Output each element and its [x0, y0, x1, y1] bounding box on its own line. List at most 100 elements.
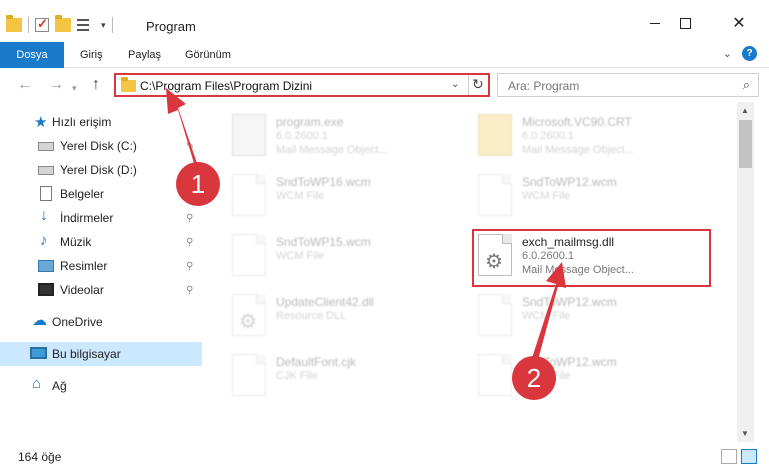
address-dropdown-chevron-icon[interactable]: ⌄: [451, 79, 459, 90]
file-name: SndToWP15.wcm: [276, 235, 371, 249]
sidebar-item-label: Resimler: [60, 259, 108, 273]
sidebar-item-label: Videolar: [60, 283, 104, 297]
file-page-icon: ⚙: [232, 294, 266, 336]
file-description: Mail Message Object...: [276, 144, 388, 156]
tiles-view-icon[interactable]: [741, 449, 757, 464]
file-page-icon: [232, 354, 266, 396]
sidebar-item-label: Yerel Disk (C:): [60, 139, 137, 153]
sidebar-item-quick-access[interactable]: ★ Hızlı erişim: [0, 110, 202, 134]
view-toggle: [721, 449, 757, 464]
videos-icon: [38, 283, 54, 296]
file-item[interactable]: DefaultFont.cjk CJK File: [228, 348, 468, 402]
network-icon: ⌂: [32, 375, 42, 392]
sidebar-item-music[interactable]: ♪ Müzik ⚲: [0, 230, 202, 254]
file-name: SndToWP12.wcm: [522, 295, 617, 309]
sidebar-item-downloads[interactable]: ↓ İndirmeler ⚲: [0, 206, 202, 230]
recent-locations-chevron-icon[interactable]: ▾: [72, 80, 77, 96]
forward-arrow-icon[interactable]: →: [48, 77, 64, 93]
file-item[interactable]: Microsoft.VC90.CRT 6.0.2600.1 Mail Messa…: [474, 108, 714, 162]
file-name: Microsoft.VC90.CRT: [522, 115, 632, 129]
pin-icon[interactable]: ⚲: [186, 237, 193, 248]
folder-icon: [121, 77, 136, 92]
tab-file[interactable]: Dosya: [0, 42, 64, 68]
status-bar: 164 öğe: [0, 442, 769, 475]
sidebar-item-onedrive[interactable]: ☁ OneDrive: [0, 310, 202, 334]
file-item[interactable]: SndToWP15.wcm WCM File: [228, 228, 468, 282]
search-input[interactable]: Ara: Program: [508, 79, 579, 93]
maximize-button[interactable]: [662, 8, 708, 38]
maximize-icon: [679, 17, 691, 29]
sidebar-item-label: Ağ: [52, 379, 67, 393]
sidebar-item-local-disk-d[interactable]: Yerel Disk (D:): [0, 158, 202, 182]
vertical-scrollbar[interactable]: ▲ ▼: [737, 102, 754, 442]
star-icon: ★: [34, 114, 48, 131]
search-box[interactable]: Ara: Program ⌕: [497, 73, 759, 97]
file-item[interactable]: SndToWP12.wcm WCM File: [474, 348, 714, 402]
file-item[interactable]: ⚙ UpdateClient42.dll Resource DLL: [228, 288, 468, 342]
sidebar-item-documents[interactable]: Belgeler: [0, 182, 202, 206]
file-page-icon: [478, 174, 512, 216]
scroll-up-icon[interactable]: ▲: [741, 106, 749, 115]
sidebar-item-local-disk-c[interactable]: Yerel Disk (C:) ✎: [0, 134, 202, 158]
gear-icon: ⚙: [239, 311, 257, 333]
downloads-icon: ↓: [40, 207, 48, 224]
file-item[interactable]: program.exe 6.0.2600.1 Mail Message Obje…: [228, 108, 468, 162]
window-title: Program: [146, 19, 196, 34]
minimize-icon: [650, 22, 660, 24]
toolbar-divider: [111, 17, 113, 33]
sidebar-item-pictures[interactable]: Resimler ⚲: [0, 254, 202, 278]
file-version: 6.0.2600.1: [276, 130, 328, 142]
highlight-box: [472, 229, 711, 287]
address-bar[interactable]: C:\Program Files\Program Dizini ⌄ ↻: [114, 73, 490, 97]
tab-view[interactable]: Görünüm: [185, 42, 231, 68]
item-count: 164 öğe: [18, 450, 62, 464]
file-description: Mail Message Object...: [522, 144, 634, 156]
details-view-icon[interactable]: [721, 449, 737, 464]
tab-share[interactable]: Paylaş: [128, 42, 161, 68]
chevron-down-icon[interactable]: ▾: [101, 20, 106, 31]
properties-check-icon[interactable]: [35, 16, 49, 32]
file-page-icon: [478, 294, 512, 336]
chevron-down-icon[interactable]: ⌄: [723, 47, 732, 60]
toolbar-divider: [28, 17, 29, 33]
ribbon-controls: ⌄ ?: [723, 46, 757, 61]
scroll-thumb[interactable]: [739, 120, 752, 168]
cloud-icon: ☁: [32, 312, 47, 329]
quick-access-toolbar: ▾: [6, 15, 113, 33]
step-badge-2: 2: [512, 356, 556, 400]
sidebar-item-label: İndirmeler: [60, 211, 114, 225]
sidebar-item-network[interactable]: ⌂ Ağ: [0, 374, 202, 398]
pin-icon[interactable]: ⚲: [186, 285, 193, 296]
file-item[interactable]: SndToWP12.wcm WCM File: [474, 288, 714, 342]
help-icon[interactable]: ?: [742, 46, 757, 61]
file-page-icon: [478, 354, 512, 396]
sidebar-item-this-pc[interactable]: Bu bilgisayar: [0, 342, 202, 366]
file-type: WCM File: [276, 190, 325, 202]
pin-icon[interactable]: ⚲: [186, 213, 193, 224]
scroll-down-icon[interactable]: ▼: [741, 429, 749, 438]
file-item[interactable]: SndToWP12.wcm WCM File: [474, 168, 714, 222]
properties-list-icon[interactable]: [77, 18, 95, 32]
back-arrow-icon[interactable]: ←: [17, 77, 33, 93]
sidebar-item-videos[interactable]: Videolar ⚲: [0, 278, 202, 302]
new-folder-icon[interactable]: [55, 15, 71, 32]
refresh-icon[interactable]: ↻: [472, 76, 484, 93]
close-icon: ✕: [732, 15, 746, 32]
sidebar-item-label: Hızlı erişim: [52, 115, 112, 129]
pin-icon[interactable]: ⚲: [186, 261, 193, 272]
file-item[interactable]: SndToWP16.wcm WCM File: [228, 168, 468, 222]
ribbon-tabs: Dosya Giriş Paylaş Görünüm ⌄ ?: [0, 42, 769, 68]
address-divider: [468, 75, 469, 95]
file-type: Resource DLL: [276, 310, 347, 322]
music-icon: ♪: [40, 232, 48, 249]
address-path[interactable]: C:\Program Files\Program Dizini: [140, 79, 312, 93]
search-icon[interactable]: ⌕: [743, 77, 750, 93]
file-type: WCM File: [522, 310, 571, 322]
drive-icon: [38, 142, 54, 151]
pin-icon[interactable]: ✎: [186, 141, 194, 152]
file-page-icon: [232, 234, 266, 276]
tab-home[interactable]: Giriş: [80, 42, 103, 68]
up-arrow-icon[interactable]: ↑: [92, 77, 100, 93]
exe-file-icon: [232, 114, 266, 156]
close-button[interactable]: ✕: [716, 8, 762, 38]
